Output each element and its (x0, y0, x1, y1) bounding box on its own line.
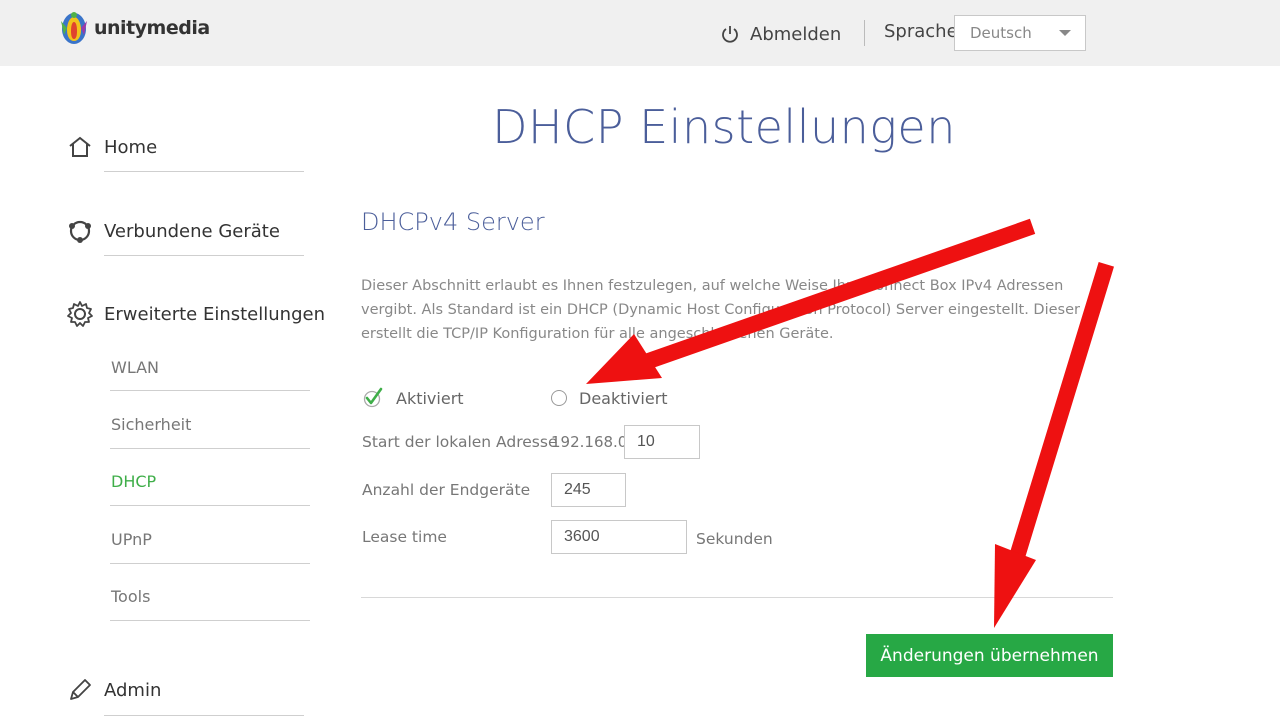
page-title: DHCP Einstellungen (492, 100, 956, 154)
language-select[interactable]: Deutsch (954, 15, 1086, 51)
gear-icon (66, 300, 94, 328)
divider (110, 563, 310, 564)
apply-changes-button[interactable]: Änderungen übernehmen (866, 634, 1113, 677)
device-count-label: Anzahl der Endgeräte (362, 481, 531, 499)
sidebar-subitem-dhcp[interactable]: DHCP (111, 472, 156, 491)
sidebar-subitem-tools[interactable]: Tools (111, 587, 150, 606)
language-label: Sprache (884, 21, 958, 42)
sidebar-item-home[interactable]: Home (66, 125, 157, 169)
start-address-label: Start der lokalen Adresse (362, 433, 558, 451)
divider (110, 505, 310, 506)
sidebar-item-label: Admin (104, 679, 162, 701)
header-divider (864, 20, 865, 46)
divider (110, 448, 310, 449)
ip-prefix: 192.168.0. (551, 433, 633, 451)
language-selected-value: Deutsch (970, 24, 1032, 42)
lease-time-input[interactable] (551, 520, 687, 554)
divider (361, 597, 1113, 598)
sidebar-item-label: Verbundene Geräte (104, 220, 280, 242)
sidebar-subitem-wlan[interactable]: WLAN (111, 358, 159, 377)
section-title: DHCPv4 Server (361, 208, 545, 236)
unitymedia-logo[interactable]: unitymedia (58, 8, 210, 48)
lease-time-unit: Sekunden (696, 530, 773, 548)
sidebar-item-admin[interactable]: Admin (66, 668, 161, 712)
sidebar-subitem-upnp[interactable]: UPnP (111, 530, 152, 549)
radio-deactivated[interactable]: Deaktiviert (551, 385, 668, 411)
radio-circle-icon (551, 390, 567, 406)
sidebar-item-label: Home (104, 136, 158, 158)
logo-text: unitymedia (94, 17, 210, 39)
divider (110, 620, 310, 621)
unitymedia-logo-icon (61, 12, 87, 44)
power-icon (722, 26, 738, 43)
sidebar-item-advanced-settings[interactable]: Erweiterte Einstellungen (66, 292, 325, 336)
divider (104, 255, 304, 256)
checkmark-icon (363, 387, 383, 408)
chevron-down-icon (1059, 30, 1071, 36)
devices-icon (66, 217, 94, 245)
radio-activated-label: Aktiviert (396, 388, 464, 408)
pencil-icon (66, 676, 94, 704)
section-description: Dieser Abschnitt erlaubt es Ihnen festzu… (361, 278, 1080, 342)
divider (104, 715, 304, 716)
top-bar: unitymedia Abmelden Sprache Deutsch (0, 0, 1280, 66)
divider (104, 171, 304, 172)
radio-activated[interactable]: Aktiviert (362, 385, 464, 411)
divider (110, 390, 310, 391)
home-icon (66, 133, 94, 161)
device-count-input[interactable] (551, 473, 626, 507)
logout-button[interactable]: Abmelden (720, 20, 841, 48)
lease-time-label: Lease time (362, 528, 447, 546)
sidebar-item-label: Erweiterte Einstellungen (104, 303, 325, 325)
start-address-input[interactable] (624, 425, 700, 459)
sidebar-item-connected-devices[interactable]: Verbundene Geräte (66, 209, 280, 253)
sidebar-subitem-security[interactable]: Sicherheit (111, 415, 191, 434)
logout-label: Abmelden (750, 23, 842, 45)
radio-deactivated-label: Deaktiviert (579, 388, 668, 408)
